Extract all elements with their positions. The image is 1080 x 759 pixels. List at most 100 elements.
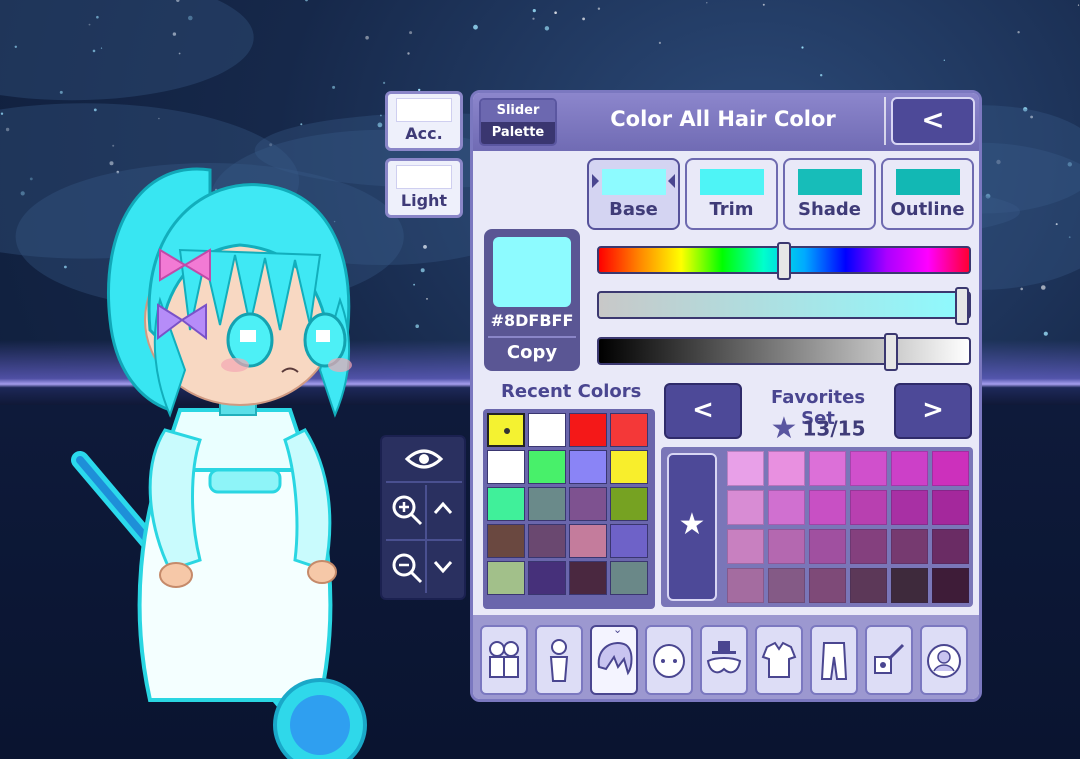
star [420,268,425,273]
recent-color-swatch[interactable] [569,561,607,595]
eye-icon[interactable] [404,445,444,473]
star [532,9,536,13]
accessory-swatch [396,98,452,122]
chevron-up-icon[interactable] [432,499,454,517]
cloud [0,0,254,101]
favorite-color-swatch[interactable] [891,568,928,603]
tab-trim-label: Trim [709,199,754,220]
zoom-out-icon[interactable] [390,551,424,585]
star [1077,4,1080,6]
star [820,74,823,77]
favorite-color-swatch[interactable] [850,451,887,486]
recent-color-swatch[interactable] [528,524,566,558]
tab-shade[interactable]: Shade [783,158,876,230]
favorite-color-swatch[interactable] [768,529,805,564]
category-body[interactable] [535,625,583,695]
favorite-color-swatch[interactable] [727,568,764,603]
body-icon [549,639,569,682]
recent-color-swatch[interactable] [569,413,607,447]
shirt-icon [761,641,797,678]
mask-hat-icon [706,641,742,674]
category-face[interactable] [645,625,693,695]
zoom-in-icon[interactable] [390,493,424,527]
recent-color-swatch[interactable] [569,450,607,484]
recent-color-swatch[interactable] [528,450,566,484]
favorites-area: ★ [661,447,973,607]
recent-color-swatch[interactable] [487,450,525,484]
recent-color-swatch[interactable] [610,450,648,484]
favorite-color-swatch[interactable] [932,529,969,564]
add-favorite-button[interactable]: ★ [667,453,717,601]
copy-button[interactable]: Copy [488,336,576,363]
hue-slider-handle[interactable] [777,242,791,280]
back-button[interactable]: < [891,97,975,145]
category-presets[interactable] [480,625,528,695]
saturation-slider[interactable] [597,287,971,325]
accessory-color-button[interactable]: Acc. [385,91,463,151]
favorite-color-swatch[interactable] [809,451,846,486]
favorite-color-swatch[interactable] [727,451,764,486]
mode-slider-option[interactable]: Slider [481,100,555,122]
star [407,52,410,55]
saturation-slider-handle[interactable] [955,287,969,325]
category-props[interactable] [865,625,913,695]
outline-swatch [895,169,960,195]
star [1020,287,1023,291]
favorite-color-swatch[interactable] [809,568,846,603]
brightness-slider[interactable] [597,333,971,371]
favorite-color-swatch[interactable] [891,529,928,564]
recent-color-swatch[interactable] [528,487,566,521]
favorite-color-swatch[interactable] [932,451,969,486]
light-color-button[interactable]: Light [385,158,463,218]
chevron-down-icon[interactable] [432,557,454,575]
recent-colors-grid [483,409,655,609]
tab-trim[interactable]: Trim [685,158,778,230]
favorites-next-button[interactable]: > [894,383,972,439]
favorite-color-swatch[interactable] [809,490,846,525]
star [532,17,535,20]
category-bottoms[interactable] [810,625,858,695]
recent-color-swatch[interactable] [569,487,607,521]
character-figure[interactable] [60,140,390,759]
recent-color-swatch[interactable] [487,561,525,595]
star [582,17,585,21]
recent-color-swatch[interactable] [528,561,566,595]
mode-palette-option[interactable]: Palette [481,122,555,144]
mode-toggle[interactable]: Slider Palette [479,98,557,146]
favorite-color-swatch[interactable] [727,529,764,564]
tab-base[interactable]: Base [587,158,680,230]
active-category-marker: ⌄ [613,623,623,636]
favorite-color-swatch[interactable] [850,490,887,525]
favorite-color-swatch[interactable] [727,490,764,525]
category-profile[interactable] [920,625,968,695]
recent-color-swatch[interactable] [610,413,648,447]
star [658,41,662,45]
recent-color-swatch[interactable] [528,413,566,447]
recent-color-swatch[interactable] [610,561,648,595]
trim-swatch [699,169,764,195]
favorite-color-swatch[interactable] [891,451,928,486]
hue-slider[interactable] [597,242,971,280]
favorite-color-swatch[interactable] [768,490,805,525]
favorite-color-swatch[interactable] [809,529,846,564]
star-icon: ★ [770,411,798,446]
category-tops[interactable] [755,625,803,695]
favorite-color-swatch[interactable] [850,529,887,564]
tab-outline[interactable]: Outline [881,158,974,230]
favorite-color-swatch[interactable] [850,568,887,603]
favorites-prev-button[interactable]: < [664,383,742,439]
category-accessories[interactable] [700,625,748,695]
favorite-color-swatch[interactable] [932,490,969,525]
favorite-color-swatch[interactable] [932,568,969,603]
tab-shade-label: Shade [797,199,862,220]
recent-color-swatch[interactable] [487,487,525,521]
brightness-slider-handle[interactable] [884,333,898,371]
favorite-color-swatch[interactable] [768,451,805,486]
recent-color-swatch[interactable] [569,524,607,558]
recent-color-swatch[interactable] [610,524,648,558]
recent-color-swatch[interactable] [487,413,525,447]
recent-color-swatch[interactable] [610,487,648,521]
recent-color-swatch[interactable] [487,524,525,558]
favorite-color-swatch[interactable] [768,568,805,603]
favorite-color-swatch[interactable] [891,490,928,525]
